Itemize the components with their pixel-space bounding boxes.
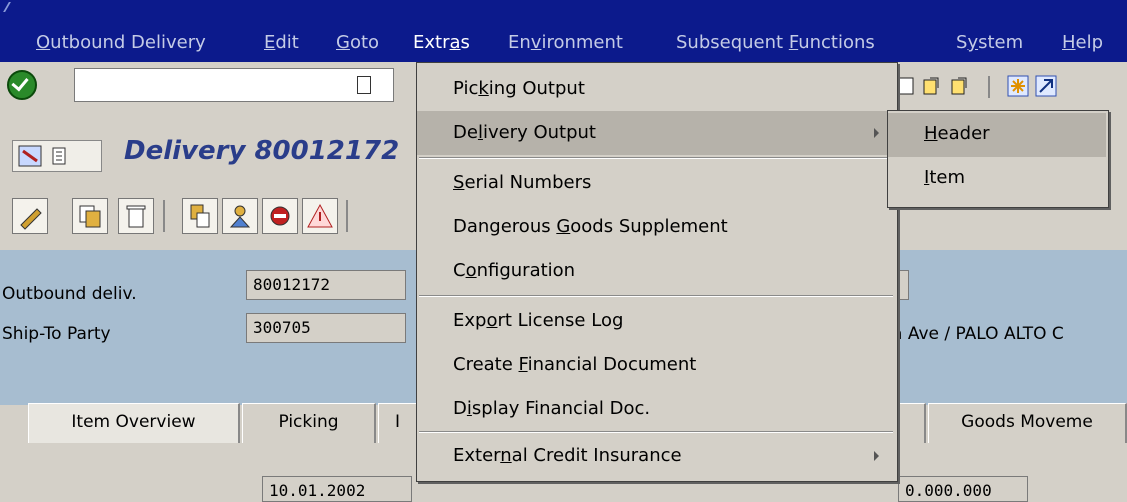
copy-icon[interactable] <box>72 198 108 234</box>
menu-separator <box>419 431 893 433</box>
submenu-arrow-icon <box>874 451 879 461</box>
page-icon[interactable] <box>895 74 919 98</box>
extras-dropdown-menu: Picking Output Delivery Output Serial Nu… <box>416 62 898 482</box>
tab-picking[interactable]: Picking <box>242 403 376 443</box>
tab-item-overview[interactable]: Item Overview <box>28 403 240 443</box>
menu-goto[interactable]: Goto <box>336 32 379 53</box>
outbound-delivery-label: Outbound deliv. <box>2 284 137 304</box>
menu-separator <box>419 157 893 159</box>
shortcut-icon[interactable] <box>1034 74 1058 98</box>
menu-item-external-credit-insurance[interactable]: External Credit Insurance <box>417 434 895 478</box>
submenu-arrow-icon <box>874 128 879 138</box>
status-icon[interactable] <box>262 198 298 234</box>
tab-loading[interactable]: I <box>378 403 418 443</box>
document-flow-icon[interactable] <box>182 198 218 234</box>
enter-checkmark-icon[interactable] <box>7 70 37 100</box>
delivery-output-submenu: Header Item <box>887 110 1109 208</box>
menu-item-export-license-log[interactable]: Export License Log <box>417 299 895 343</box>
menu-environment[interactable]: Environment <box>508 32 623 53</box>
ship-to-party-label: Ship-To Party <box>2 324 111 344</box>
menu-item-serial-numbers[interactable]: Serial Numbers <box>417 161 895 205</box>
window-corner-icon <box>3 2 23 12</box>
new-session-icon[interactable] <box>1006 74 1030 98</box>
menu-subsequent-functions[interactable]: Subsequent Functions <box>676 32 875 53</box>
menu-help[interactable]: Help <box>1062 32 1103 53</box>
last-page-icon[interactable] <box>948 74 972 98</box>
total-weight-field[interactable]: 0.000.000 <box>898 476 1028 502</box>
toolbar-separator <box>163 200 165 232</box>
page-title: Delivery 80012172 <box>124 136 400 166</box>
command-field[interactable] <box>74 68 394 102</box>
menu-item-dangerous-goods[interactable]: Dangerous Goods Supplement <box>417 205 895 249</box>
toolbar-separator <box>988 76 990 98</box>
ship-to-address-text: a Ave / PALO ALTO C <box>892 324 1064 344</box>
tab-goods-movement[interactable]: Goods Moveme <box>928 403 1127 443</box>
menu-extras[interactable]: Extras <box>413 32 470 53</box>
submenu-item-header[interactable]: Header <box>888 113 1106 157</box>
menu-item-create-financial-document[interactable]: Create Financial Document <box>417 343 895 387</box>
menu-item-delivery-output[interactable]: Delivery Output <box>417 111 895 155</box>
warning-icon[interactable] <box>302 198 338 234</box>
outbound-delivery-field[interactable]: 80012172 <box>246 270 406 300</box>
command-history-icon[interactable] <box>357 76 371 94</box>
partner-icon[interactable] <box>222 198 258 234</box>
menu-item-configuration[interactable]: Configuration <box>417 249 895 293</box>
menu-edit[interactable]: Edit <box>264 32 299 53</box>
pencil-icon[interactable] <box>12 198 48 234</box>
menu-outbound-delivery[interactable]: Outbound Delivery <box>36 32 206 53</box>
menu-item-picking-output[interactable]: Picking Output <box>417 67 895 111</box>
tab-hidden[interactable] <box>896 403 926 443</box>
next-page-icon[interactable] <box>920 74 944 98</box>
planned-gi-date-field[interactable]: 10.01.2002 <box>262 476 412 502</box>
submenu-item-item[interactable]: Item <box>888 157 1106 201</box>
display-change-toggle-icon[interactable] <box>12 140 102 172</box>
trash-icon[interactable] <box>118 198 154 234</box>
menu-separator <box>419 295 893 297</box>
toolbar-separator <box>346 200 348 232</box>
menu-system[interactable]: System <box>956 32 1023 53</box>
menu-item-display-financial-doc[interactable]: Display Financial Doc. <box>417 387 895 431</box>
ship-to-party-field[interactable]: 300705 <box>246 313 406 343</box>
